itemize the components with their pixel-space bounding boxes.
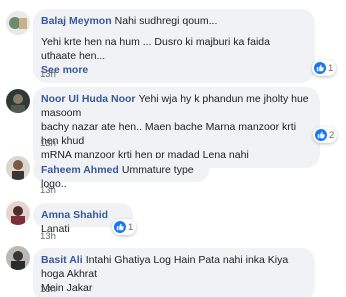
avatar[interactable] — [6, 156, 30, 180]
reaction-count-value: 1 — [128, 221, 134, 233]
comment-timestamp[interactable]: 13h — [40, 185, 56, 196]
comment-text: bachy nazar ate hen.. Maen bache Marna m… — [41, 121, 297, 147]
avatar-photo-icon — [6, 156, 30, 180]
comment-text: Mein Jakar — [41, 282, 93, 294]
reaction-count-value: 2 — [329, 129, 335, 141]
comment-author[interactable]: Balaj Meymon — [41, 15, 112, 27]
avatar[interactable] — [6, 201, 30, 225]
comment-text: Yehi krte hen na hum ... Dusro ki majbur… — [41, 36, 270, 62]
avatar[interactable] — [6, 11, 30, 35]
like-icon — [314, 62, 326, 74]
like-icon — [315, 129, 327, 141]
avatar[interactable] — [6, 89, 30, 113]
avatar-photo-icon — [6, 201, 30, 225]
comment-bubble: Balaj Meymon Nahi sudhregi qoum... Yehi … — [33, 9, 315, 83]
comment-author[interactable]: Faheem Ahmed — [41, 164, 119, 176]
comment-text: Nahi sudhregi qoum... — [114, 15, 218, 27]
avatar-photo-icon — [6, 11, 30, 35]
reaction-count-value: 1 — [328, 62, 334, 74]
reaction-count[interactable]: 2 — [313, 127, 338, 143]
comment-author[interactable]: Noor Ul Huda Noor — [41, 93, 136, 105]
avatar[interactable] — [6, 246, 30, 270]
comment-author[interactable]: Basit Ali — [41, 254, 83, 266]
comment-timestamp[interactable]: 13h — [40, 231, 56, 242]
reaction-count[interactable]: 1 — [312, 60, 337, 76]
comment-timestamp[interactable]: 13h — [40, 284, 56, 295]
like-icon — [114, 221, 126, 233]
comment-timestamp[interactable]: 13h — [40, 138, 56, 149]
comment-bubble: Noor Ul Huda Noor Yehi wja hy k phandun … — [33, 87, 320, 168]
see-more-link[interactable]: See more — [41, 63, 307, 77]
avatar-photo-icon — [6, 89, 30, 113]
avatar-photo-icon — [6, 246, 30, 270]
comment-bubble: Faheem Ahmed Ummature type logo.. — [33, 158, 209, 190]
comment-bubble: Basit Ali Intahi Ghatiya Log Hain Pata n… — [33, 248, 315, 297]
reaction-count[interactable]: 1 — [112, 219, 137, 235]
comment-timestamp[interactable]: 13h — [40, 69, 56, 80]
comment-author[interactable]: Amna Shahid — [41, 209, 108, 221]
